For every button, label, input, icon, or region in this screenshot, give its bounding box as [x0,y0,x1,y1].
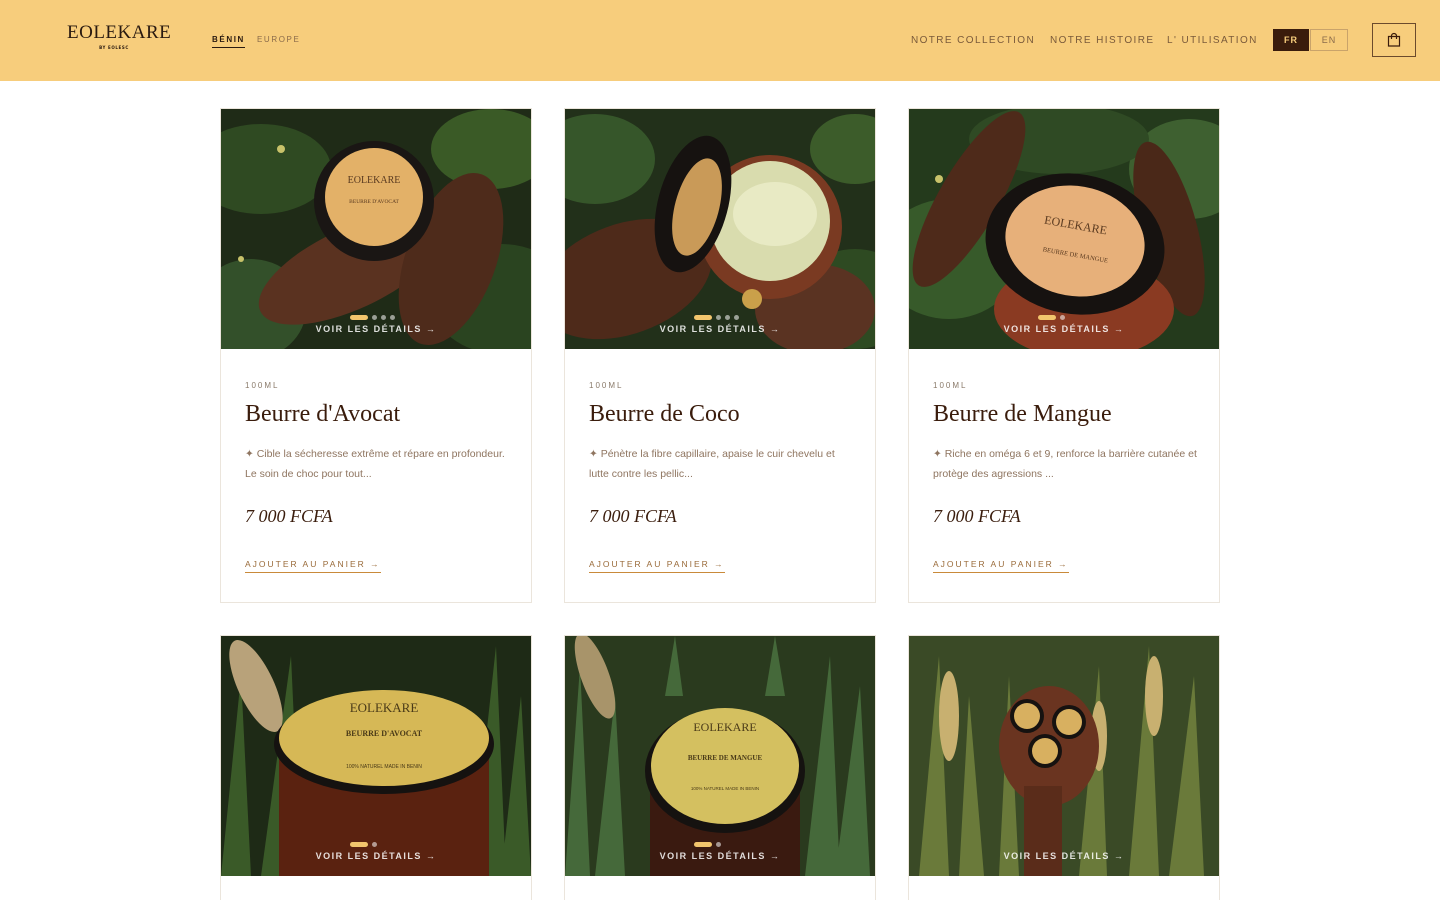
jar-sub: 100% NATUREL MADE IN BENIN [691,786,759,791]
shopping-bag-icon [1387,32,1401,47]
product-name[interactable]: Beurre d'Avocat [245,401,400,428]
product-photo-trio [909,636,1219,876]
image-carousel-dots[interactable] [694,315,739,320]
carousel-dot[interactable] [1038,315,1056,320]
svg-text:EOLEKARE: EOLEKARE [350,700,419,715]
carousel-dot[interactable] [716,842,721,847]
add-to-cart-button[interactable]: AJOUTER AU PANIER → [589,559,725,573]
product-card: EOLEKARE BEURRE D'AVOCAT 100% NATUREL MA… [220,635,532,900]
product-photo-avocat-grass: EOLEKARE BEURRE D'AVOCAT 100% NATUREL MA… [221,636,531,876]
product-price: 7 000 FCFA [245,506,333,526]
jar-label: BEURRE D'AVOCAT [346,729,423,738]
product-price: 7 000 FCFA [933,506,1021,526]
image-carousel-dots[interactable] [350,842,377,847]
product-image[interactable]: VOIR LES DÉTAILS → [565,109,875,349]
carousel-dot[interactable] [350,315,368,320]
product-price: 7 000 FCFA [589,506,677,526]
carousel-dot[interactable] [694,315,712,320]
product-image[interactable]: EOLEKARE BEURRE D'AVOCAT VOIR LES DÉTAIL… [221,109,531,349]
carousel-dot[interactable] [725,315,730,320]
lang-fr-button[interactable]: FR [1273,29,1309,51]
product-description: ✦ Pénètre la fibre capillaire, apaise le… [589,448,835,480]
view-details-link[interactable]: VOIR LES DÉTAILS → [221,851,531,861]
product-photo-avocat: EOLEKARE BEURRE D'AVOCAT [221,109,531,349]
image-carousel-dots[interactable] [694,842,721,847]
brand-tagline: BY EOLESC [99,45,129,50]
region-benin-tab[interactable]: BÉNIN [212,35,245,48]
brand-name: EOLEKARE [67,22,172,43]
image-carousel-dots[interactable] [350,315,395,320]
add-to-cart-button[interactable]: AJOUTER AU PANIER → [245,559,381,573]
brand-logo[interactable]: EOLEKARE BY EOLESC [67,22,172,50]
carousel-dot[interactable] [372,315,377,320]
lang-en-button[interactable]: EN [1310,29,1348,51]
carousel-dot[interactable] [694,842,712,847]
product-image[interactable]: EOLEKARE BEURRE DE MANGUE VOIR LES DÉTAI… [909,109,1219,349]
product-card: VOIR LES DÉTAILS → [908,635,1220,900]
view-details-link[interactable]: VOIR LES DÉTAILS → [565,324,875,334]
carousel-dot[interactable] [716,315,721,320]
view-details-link[interactable]: VOIR LES DÉTAILS → [565,851,875,861]
view-details-link[interactable]: VOIR LES DÉTAILS → [909,324,1219,334]
site-header: EOLEKARE BY EOLESC BÉNIN EUROPE NOTRE CO… [0,0,1440,81]
carousel-dot[interactable] [390,315,395,320]
product-image[interactable]: VOIR LES DÉTAILS → [909,636,1219,876]
product-volume: 100ML [245,381,280,390]
product-volume: 100ML [933,381,968,390]
carousel-dot[interactable] [1060,315,1065,320]
nav-histoire-link[interactable]: NOTRE HISTOIRE [1050,35,1154,46]
product-description: ✦ Riche en oméga 6 et 9, renforce la bar… [933,448,1197,480]
view-details-link[interactable]: VOIR LES DÉTAILS → [221,324,531,334]
add-to-cart-button[interactable]: AJOUTER AU PANIER → [933,559,1069,573]
product-photo-mangue: EOLEKARE BEURRE DE MANGUE [909,109,1219,349]
carousel-dot[interactable] [372,842,377,847]
carousel-dot[interactable] [734,315,739,320]
product-card: EOLEKARE BEURRE D'AVOCAT VOIR LES DÉTAIL… [220,108,532,603]
view-details-link[interactable]: VOIR LES DÉTAILS → [909,851,1219,861]
product-volume: 100ML [589,381,624,390]
carousel-dot[interactable] [381,315,386,320]
product-name[interactable]: Beurre de Mangue [933,401,1112,428]
product-image[interactable]: EOLEKARE BEURRE DE MANGUE 100% NATUREL M… [565,636,875,876]
cart-button[interactable] [1372,23,1416,57]
product-card: VOIR LES DÉTAILS → 100ML Beurre de Coco … [564,108,876,603]
nav-collection-link[interactable]: NOTRE COLLECTION [911,35,1035,46]
product-photo-coco [565,109,875,349]
svg-text:EOLEKARE: EOLEKARE [693,720,756,734]
jar-label: BEURRE DE MANGUE [688,754,763,762]
carousel-dot[interactable] [350,842,368,847]
product-name[interactable]: Beurre de Coco [589,401,740,428]
product-card: EOLEKARE BEURRE DE MANGUE VOIR LES DÉTAI… [908,108,1220,603]
product-description: ✦ Cible la sécheresse extrême et répare … [245,448,505,480]
product-image[interactable]: EOLEKARE BEURRE D'AVOCAT 100% NATUREL MA… [221,636,531,876]
region-europe-tab[interactable]: EUROPE [257,35,300,44]
image-carousel-dots[interactable] [1038,315,1065,320]
nav-utilisation-link[interactable]: L' UTILISATION [1167,35,1258,46]
product-photo-mangue-grass: EOLEKARE BEURRE DE MANGUE 100% NATUREL M… [565,636,875,876]
svg-text:EOLEKARE: EOLEKARE [348,175,401,186]
jar-sub: 100% NATUREL MADE IN BENIN [346,764,422,770]
jar-label: BEURRE D'AVOCAT [349,199,399,205]
product-card: EOLEKARE BEURRE DE MANGUE 100% NATUREL M… [564,635,876,900]
